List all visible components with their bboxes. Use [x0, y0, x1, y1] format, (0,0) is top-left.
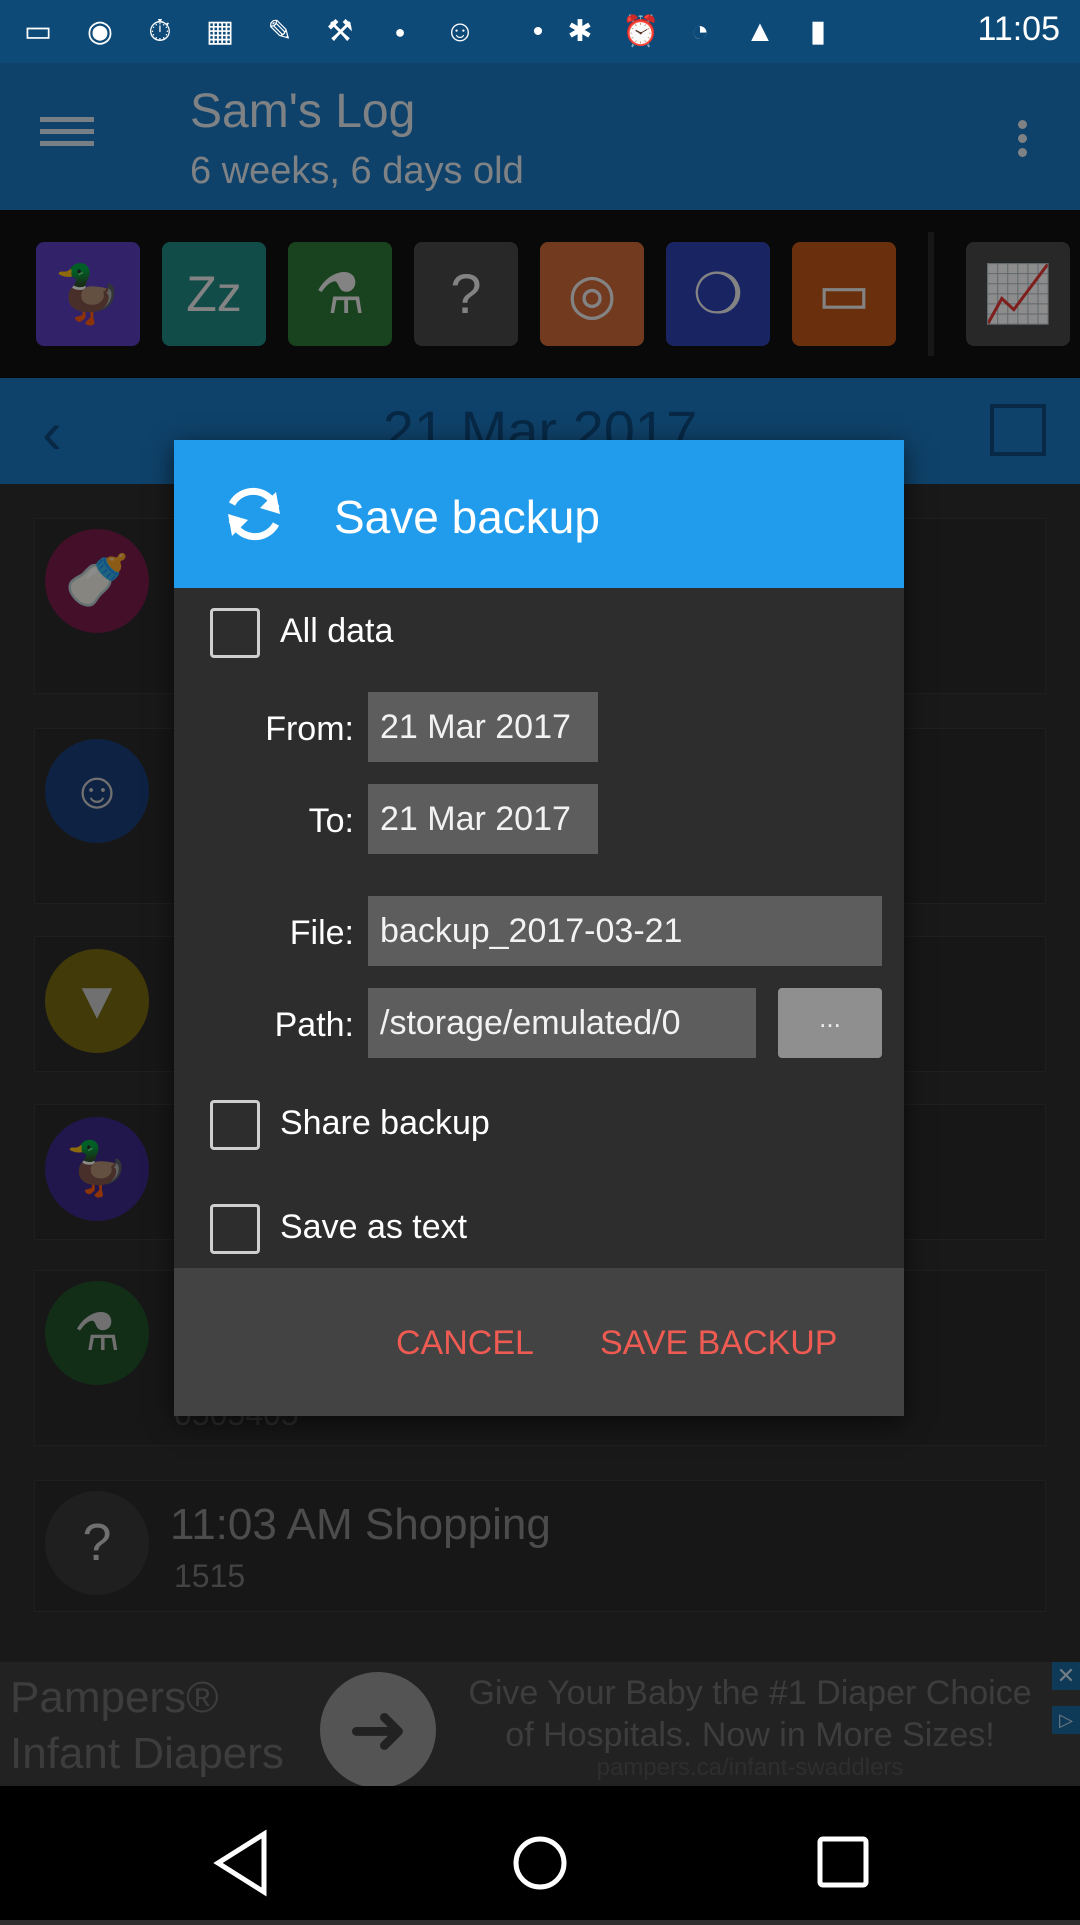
wifi-icon: ◔ [690, 15, 710, 48]
back-nav-icon[interactable] [213, 1829, 267, 1897]
from-date-field[interactable]: 21 Mar 2017 [368, 692, 598, 762]
all-data-checkbox[interactable] [210, 608, 260, 658]
path-input[interactable]: /storage/emulated/0 [368, 988, 756, 1058]
save-as-text-checkbox[interactable] [210, 1204, 260, 1254]
dialog-header: Save backup [174, 440, 904, 588]
alarm-icon: ⏰ [622, 15, 660, 48]
timer-icon: ⏱ [148, 15, 172, 48]
all-data-label: All data [280, 612, 394, 650]
browse-path-button[interactable]: ... [778, 988, 882, 1058]
save-backup-dialog: Save backup All data From: 21 Mar 2017 T… [174, 440, 904, 1416]
calendar-icon: ▦ [205, 15, 235, 48]
refresh-icon [228, 487, 280, 541]
wrench-icon: ✎ [267, 15, 293, 48]
share-backup-label: Share backup [280, 1104, 490, 1142]
smiley-icon: ☺ [444, 15, 476, 48]
file-label: File: [289, 914, 354, 952]
file-name-input[interactable]: backup_2017-03-21 [368, 896, 882, 966]
save-backup-button[interactable]: SAVE BACKUP [600, 1324, 837, 1363]
fox-sports-icon: ● [394, 22, 406, 42]
dialog-title: Save backup [334, 491, 600, 543]
shovel-icon: ⚒ [326, 15, 354, 48]
status-bar: ▭ ◉ ⏱ ▦ ✎ ⚒ ● ☺ • ✱ ⏰ ◔ ▲ ▮ 11:05 [0, 0, 1080, 63]
more-notifications-icon: • [532, 15, 544, 48]
to-date-field[interactable]: 21 Mar 2017 [368, 784, 598, 854]
battery-icon: ▮ [809, 15, 827, 48]
save-as-text-label: Save as text [280, 1208, 468, 1246]
recents-nav-icon[interactable] [817, 1836, 869, 1888]
home-nav-icon[interactable] [513, 1836, 567, 1890]
system-nav-bar [0, 1786, 1080, 1920]
from-label: From: [265, 710, 354, 748]
signal-icon: ▲ [745, 15, 775, 48]
bluetooth-icon: ✱ [567, 15, 593, 48]
camera-icon: ◉ [86, 15, 114, 48]
to-label: To: [308, 802, 354, 840]
path-label: Path: [274, 1006, 354, 1044]
clock: 11:05 [977, 10, 1060, 48]
nav-buttons [213, 1829, 869, 1897]
share-backup-checkbox[interactable] [210, 1100, 260, 1150]
messages-icon: ▭ [23, 15, 53, 48]
cancel-button[interactable]: CANCEL [396, 1324, 534, 1363]
